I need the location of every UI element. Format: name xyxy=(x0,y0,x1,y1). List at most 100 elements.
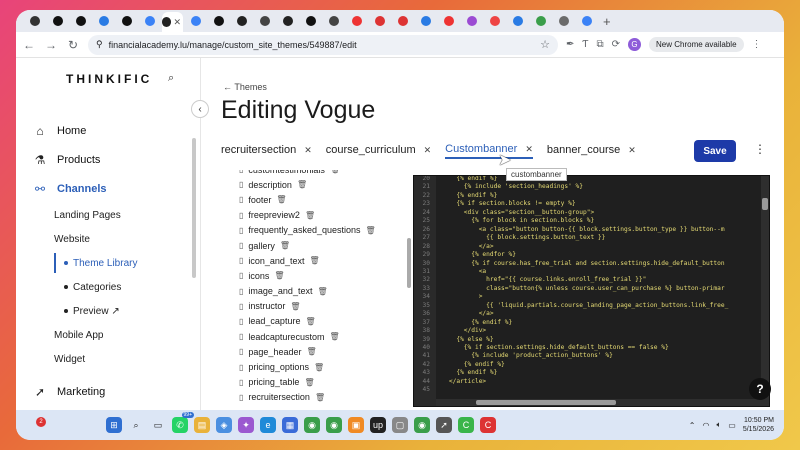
extensions-puzzle-icon[interactable]: ⧉ xyxy=(597,39,604,50)
browser-tab[interactable] xyxy=(553,13,574,29)
trash-icon[interactable]: 🗑︎ xyxy=(314,363,324,372)
camtasia-icon[interactable]: C xyxy=(458,417,474,433)
upwork-icon[interactable]: up xyxy=(370,417,386,433)
task-view-icon[interactable]: ▭ xyxy=(150,417,166,433)
collapse-sidebar-button[interactable]: ‹ xyxy=(191,100,209,118)
wifi-icon[interactable]: ◠ xyxy=(702,421,709,430)
browser-tab[interactable] xyxy=(231,13,252,29)
sidebar-item-categories[interactable]: Categories xyxy=(16,275,200,299)
close-icon[interactable]: ✕ xyxy=(424,145,432,156)
file-list-scrollbar[interactable] xyxy=(407,238,411,288)
tab-recruitersection[interactable]: recruitersection ✕ xyxy=(221,144,312,158)
browser-tab[interactable] xyxy=(438,13,459,29)
search-icon[interactable]: ⌕ xyxy=(128,417,144,433)
edge-icon[interactable]: e xyxy=(260,417,276,433)
new-tab-icon[interactable]: + xyxy=(603,14,611,29)
sidebar-item-theme-library[interactable]: Theme Library xyxy=(16,251,200,275)
browser-tab[interactable] xyxy=(484,13,505,29)
sidebar-item-widget[interactable]: Widget xyxy=(16,347,200,371)
trash-icon[interactable]: 🗑︎ xyxy=(365,226,375,235)
close-icon[interactable]: ✕ xyxy=(173,17,181,28)
browser-tab[interactable] xyxy=(254,13,275,29)
app-orange-icon[interactable]: ▣ xyxy=(348,417,364,433)
file-list-item[interactable]: ▯ image_and_text 🗑︎ xyxy=(221,284,406,299)
new-chrome-available-button[interactable]: New Chrome available xyxy=(649,37,744,52)
browser-tab[interactable] xyxy=(185,13,206,29)
browser-tab[interactable] xyxy=(208,13,229,29)
windows-start-icon[interactable]: ⊞ xyxy=(106,417,122,433)
trash-icon[interactable]: 🗑︎ xyxy=(330,170,340,174)
chrome-profile-icon[interactable]: ◉ xyxy=(326,417,342,433)
sidebar-scrollbar[interactable] xyxy=(192,138,196,278)
trash-icon[interactable]: 🗑︎ xyxy=(280,241,290,250)
editor-horizontal-scrollbar[interactable] xyxy=(436,399,761,406)
browser-tab[interactable] xyxy=(461,13,482,29)
chrome-menu-icon[interactable]: ⋮ xyxy=(752,39,762,50)
photos-icon[interactable]: ◈ xyxy=(216,417,232,433)
search-icon[interactable]: ⌕ xyxy=(168,72,174,85)
file-list-item[interactable]: ▯ instructor 🗑︎ xyxy=(221,299,406,314)
sidebar-item-products[interactable]: ⚗ Products xyxy=(16,145,200,174)
browser-tab[interactable] xyxy=(116,13,137,29)
app-red-icon[interactable]: C xyxy=(480,417,496,433)
trash-icon[interactable]: 🗑︎ xyxy=(276,195,286,204)
browser-tab[interactable] xyxy=(300,13,321,29)
chrome-alt-icon[interactable]: ◉ xyxy=(414,417,430,433)
sidebar-item-mobile-app[interactable]: Mobile App xyxy=(16,323,200,347)
file-list-item[interactable]: ▯ gallery 🗑︎ xyxy=(221,238,406,253)
tab-banner-course[interactable]: banner_course ✕ xyxy=(547,144,636,158)
chrome-icon[interactable]: ◉ xyxy=(304,417,320,433)
address-bar[interactable]: ⚲ financialacademy.lu/manage/custom_site… xyxy=(88,34,558,55)
close-icon[interactable]: ✕ xyxy=(628,145,636,156)
browser-tab[interactable] xyxy=(139,13,160,29)
file-list-item[interactable]: ▯ page_header 🗑︎ xyxy=(221,344,406,359)
file-list-item[interactable]: ▯ leadcapturecustom 🗑︎ xyxy=(221,329,406,344)
browser-tab[interactable]: ✕ xyxy=(162,12,183,32)
file-list-item[interactable]: ▯ recruitersection 🗑︎ xyxy=(221,390,406,405)
trash-icon[interactable]: 🗑︎ xyxy=(305,317,315,326)
site-info-icon[interactable]: ⚲ xyxy=(96,39,103,50)
sidebar-item-landing-pages[interactable]: Landing Pages xyxy=(16,203,200,227)
back-icon[interactable]: ← xyxy=(22,38,36,52)
tab-course-curriculum[interactable]: course_curriculum ✕ xyxy=(326,144,431,158)
sidebar-item-preview[interactable]: Preview ↗ xyxy=(16,299,200,323)
breadcrumb-themes[interactable]: ← Themes xyxy=(223,82,267,92)
trash-icon[interactable]: 🗑︎ xyxy=(315,393,325,402)
trash-icon[interactable]: 🗑︎ xyxy=(297,180,307,189)
file-list-item[interactable]: ▯ pricing_table 🗑︎ xyxy=(221,375,406,390)
trash-icon[interactable]: 🗑︎ xyxy=(329,332,339,341)
file-list-item[interactable]: ▯ frequently_asked_questions 🗑︎ xyxy=(221,223,406,238)
browser-tab[interactable] xyxy=(277,13,298,29)
code-editor[interactable]: 20 {% endif %} 21 {% include 'section_hea… xyxy=(413,175,770,407)
more-options-icon[interactable]: ⋮ xyxy=(754,142,766,156)
file-list-item[interactable]: ▯ lead_capture 🗑︎ xyxy=(221,314,406,329)
browser-tab[interactable] xyxy=(93,13,114,29)
trash-icon[interactable]: 🗑︎ xyxy=(290,302,300,311)
battery-icon[interactable]: ▭ xyxy=(728,421,736,430)
app-cursor-icon[interactable]: ➚ xyxy=(436,417,452,433)
profile-avatar[interactable]: G xyxy=(628,38,642,51)
browser-tab[interactable] xyxy=(369,13,390,29)
file-list-item[interactable]: ▯ icon_and_text 🗑︎ xyxy=(221,253,406,268)
tab-custombanner[interactable]: Custombanner ✕ xyxy=(445,143,533,159)
sidebar-item-home[interactable]: ⌂ Home xyxy=(16,116,200,145)
bookmark-star-icon[interactable]: ☆ xyxy=(540,38,550,51)
close-icon[interactable]: ✕ xyxy=(304,145,312,156)
sidebar-item-marketing[interactable]: ➚ Marketing xyxy=(16,377,200,406)
save-button[interactable]: Save xyxy=(694,140,736,162)
copilot-icon[interactable]: ✦ xyxy=(238,417,254,433)
volume-icon[interactable]: 🔈︎ xyxy=(716,420,721,430)
trash-icon[interactable]: 🗑︎ xyxy=(306,347,316,356)
sidebar-item-website[interactable]: Website xyxy=(16,227,200,251)
trash-icon[interactable]: 🗑︎ xyxy=(309,256,319,265)
file-list-item[interactable]: ▯ freepreview2 🗑︎ xyxy=(221,208,406,223)
file-list-item[interactable]: ▯ icons 🗑︎ xyxy=(221,268,406,283)
trash-icon[interactable]: 🗑︎ xyxy=(317,287,327,296)
browser-tab[interactable] xyxy=(323,13,344,29)
file-explorer-icon[interactable]: ▤ xyxy=(194,417,210,433)
browser-tab[interactable] xyxy=(24,13,45,29)
browser-tab[interactable] xyxy=(576,13,597,29)
forward-icon[interactable]: → xyxy=(44,38,58,52)
close-icon[interactable]: ✕ xyxy=(525,144,533,155)
trash-icon[interactable]: 🗑︎ xyxy=(274,271,284,280)
